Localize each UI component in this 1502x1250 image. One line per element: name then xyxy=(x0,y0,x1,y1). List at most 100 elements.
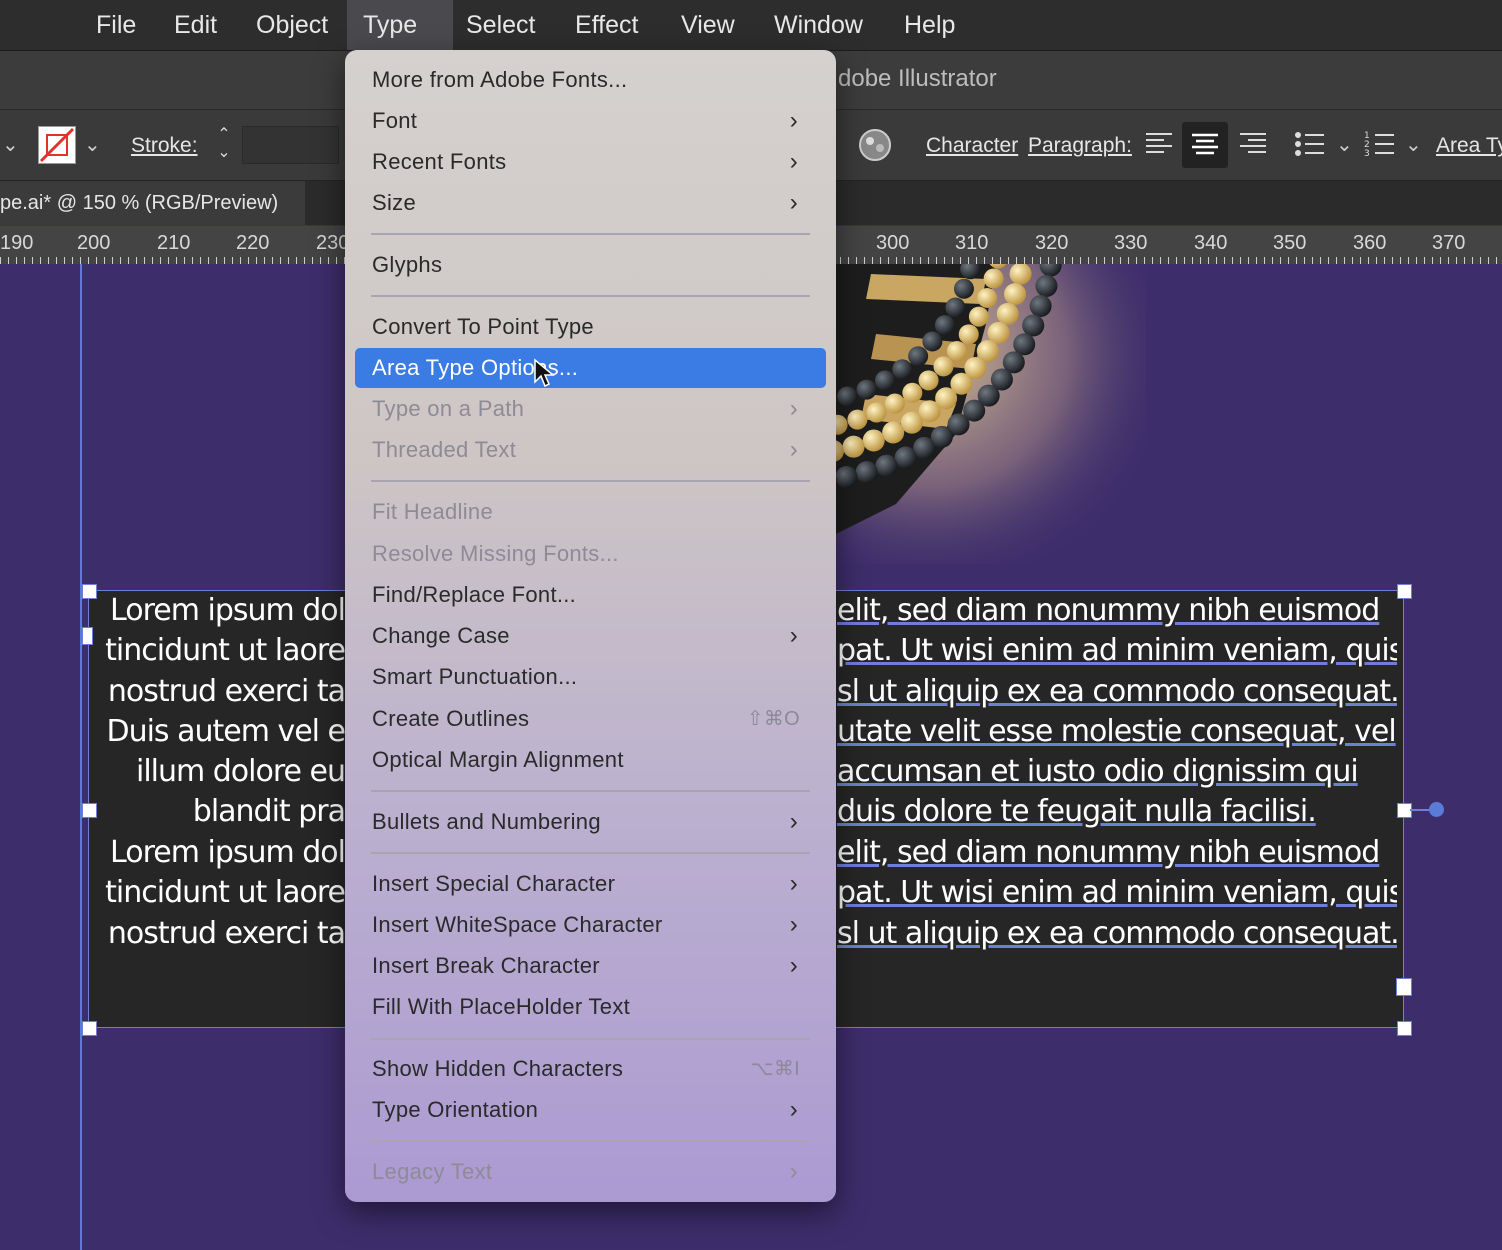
ruler-tick xyxy=(1008,257,1009,264)
ruler-tick xyxy=(1264,257,1265,264)
ruler-tick xyxy=(1336,257,1337,264)
ruler-tick xyxy=(72,257,73,264)
ruler-tick xyxy=(1160,257,1161,264)
menu-view[interactable]: View xyxy=(665,0,751,50)
ruler-tick xyxy=(312,257,313,264)
menu-help[interactable]: Help xyxy=(888,0,971,50)
menu-item-insert-break-character[interactable]: Insert Break Character › xyxy=(355,946,826,986)
menu-item-change-case[interactable]: Change Case › xyxy=(355,616,826,656)
bead xyxy=(1029,294,1052,317)
menu-file[interactable]: File xyxy=(80,0,152,50)
bead-artwork[interactable] xyxy=(836,264,1146,564)
menu-type[interactable]: Type xyxy=(347,0,453,50)
ruler-tick xyxy=(1072,257,1073,264)
ruler-tick xyxy=(216,257,217,264)
ruler-tick xyxy=(1200,257,1201,264)
ruler-tick xyxy=(1040,257,1041,264)
ruler-tick xyxy=(1496,257,1497,264)
chevron-right-icon: › xyxy=(789,395,798,422)
menu-item-label: Convert To Point Type xyxy=(372,314,594,339)
ruler-tick xyxy=(1248,257,1249,264)
menu-edit[interactable]: Edit xyxy=(158,0,233,50)
stroke-weight-input[interactable] xyxy=(242,126,339,164)
ruler-tick xyxy=(120,257,121,264)
menu-window[interactable]: Window xyxy=(758,0,879,50)
ruler-tick xyxy=(1392,257,1393,264)
menu-item-fill-with-placeholder-text[interactable]: Fill With PlaceHolder Text xyxy=(355,987,826,1027)
menu-item-glyphs[interactable]: Glyphs xyxy=(355,245,826,285)
chevron-down-icon[interactable]: ⌄ xyxy=(1336,132,1353,157)
ruler-tick xyxy=(1080,257,1081,264)
chevron-down-icon[interactable]: ⌄ xyxy=(2,132,19,157)
area-type-link[interactable]: Area Ty xyxy=(1436,134,1502,158)
ruler-tick xyxy=(1256,257,1257,264)
menu-item-optical-margin-alignment[interactable]: Optical Margin Alignment xyxy=(355,740,826,780)
ruler-tick xyxy=(1088,257,1089,264)
vertical-guide[interactable] xyxy=(80,264,82,1250)
ruler-tick xyxy=(880,257,881,264)
selection-handle[interactable] xyxy=(1397,1021,1412,1036)
menu-item-size[interactable]: Size › xyxy=(355,183,826,223)
ruler-tick xyxy=(888,257,889,264)
menu-item-bullets-and-numbering[interactable]: Bullets and Numbering › xyxy=(355,802,826,842)
ruler-tick xyxy=(856,257,857,264)
menu-item-area-type-options[interactable]: Area Type Options... xyxy=(355,348,826,388)
stroke-stepper[interactable]: ⌃ ⌄ xyxy=(210,126,238,164)
menu-item-more-from-adobe-fonts[interactable]: More from Adobe Fonts... xyxy=(355,60,826,100)
menu-item-font[interactable]: Font › xyxy=(355,101,826,141)
menu-item-insert-special-character[interactable]: Insert Special Character › xyxy=(355,864,826,904)
menu-item-recent-fonts[interactable]: Recent Fonts › xyxy=(355,142,826,182)
menu-item-show-hidden-characters[interactable]: Show Hidden Characters ⌥⌘I xyxy=(355,1049,826,1089)
ruler-tick xyxy=(1120,257,1121,264)
selection-handle[interactable] xyxy=(1397,584,1412,599)
chevron-right-icon: › xyxy=(789,808,798,835)
ruler-tick xyxy=(992,257,993,264)
in-port-handle[interactable] xyxy=(82,627,93,645)
align-left-icon[interactable] xyxy=(1144,130,1174,158)
selection-handle[interactable] xyxy=(82,1021,97,1036)
menu-item-find-replace-font[interactable]: Find/Replace Font... xyxy=(355,575,826,615)
ruler-tick xyxy=(1424,257,1425,264)
menu-separator xyxy=(371,790,810,792)
menu-item-resolve-missing-fonts: Resolve Missing Fonts... xyxy=(355,534,826,574)
bulleted-list-icon[interactable] xyxy=(1294,130,1326,158)
bead xyxy=(933,356,954,377)
menu-object[interactable]: Object xyxy=(240,0,344,50)
area-type-widget[interactable] xyxy=(1429,802,1444,817)
menu-item-convert-to-point-type[interactable]: Convert To Point Type xyxy=(355,307,826,347)
character-panel-link[interactable]: Character xyxy=(926,134,1018,158)
selection-handle[interactable] xyxy=(82,584,97,599)
ruler-tick xyxy=(1064,257,1065,264)
ruler-tick xyxy=(1384,257,1385,264)
chevron-down-icon[interactable]: ⌄ xyxy=(1405,132,1422,157)
menu-item-create-outlines[interactable]: Create Outlines ⇧⌘O xyxy=(355,699,826,739)
align-center-button[interactable] xyxy=(1182,122,1228,168)
align-right-icon[interactable] xyxy=(1238,130,1268,158)
menu-item-smart-punctuation[interactable]: Smart Punctuation... xyxy=(355,657,826,697)
ruler-tick xyxy=(184,257,185,264)
out-port-handle[interactable] xyxy=(1396,978,1412,996)
ruler-tick xyxy=(872,257,873,264)
menu-item-insert-whitespace-character[interactable]: Insert WhiteSpace Character › xyxy=(355,905,826,945)
ruler-tick xyxy=(1208,257,1209,264)
ruler-tick xyxy=(1152,257,1153,264)
bead xyxy=(856,379,877,400)
menu-effect[interactable]: Effect xyxy=(559,0,654,50)
globe-icon[interactable] xyxy=(858,128,892,162)
chevron-right-icon: › xyxy=(789,911,798,938)
bead xyxy=(892,359,913,380)
menu-item-type-orientation[interactable]: Type Orientation › xyxy=(355,1090,826,1130)
selection-handle[interactable] xyxy=(82,803,97,818)
menu-item-label: Bullets and Numbering xyxy=(372,809,601,834)
document-tab[interactable]: pe.ai* @ 150 % (RGB/Preview) xyxy=(0,181,305,225)
stroke-swatch[interactable] xyxy=(38,126,76,164)
menu-item-label: Recent Fonts xyxy=(372,149,507,174)
ruler-tick xyxy=(64,257,65,264)
paragraph-panel-link[interactable]: Paragraph: xyxy=(1028,134,1132,158)
bead xyxy=(1004,283,1027,306)
ruler-tick xyxy=(168,257,169,264)
numbered-list-icon[interactable]: 123 xyxy=(1364,130,1396,158)
chevron-down-icon[interactable]: ⌄ xyxy=(84,132,101,157)
menu-select[interactable]: Select xyxy=(450,0,551,50)
menu-item-label: Glyphs xyxy=(372,252,443,277)
